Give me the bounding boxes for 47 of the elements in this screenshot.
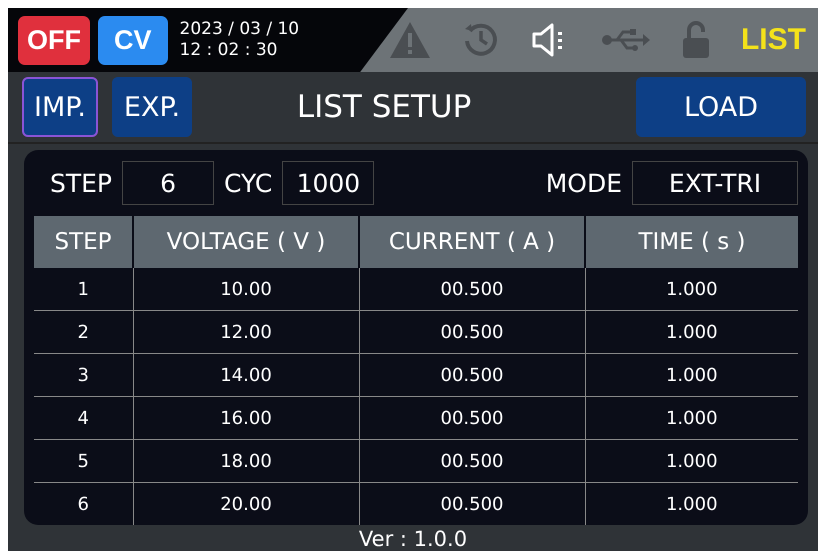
table-cell: 1.000 [585, 354, 798, 396]
trigger-mode-field[interactable]: EXT-TRI [632, 161, 798, 205]
table-cell: 3 [34, 354, 133, 396]
step-count-field[interactable]: 6 [122, 161, 214, 205]
table-cell: 2 [34, 310, 133, 354]
table-cell: 00.500 [359, 482, 585, 525]
warning-icon [388, 20, 432, 60]
table-cell: 00.500 [359, 354, 585, 396]
import-button[interactable]: IMP. [22, 77, 98, 138]
column-header: CURRENT ( A ) [359, 216, 585, 268]
output-state-badge: OFF [18, 16, 90, 65]
table-cell: 1.000 [585, 440, 798, 482]
table-cell: 1.000 [585, 268, 798, 310]
table-cell: 00.500 [359, 396, 585, 440]
function-label: LIST [740, 23, 806, 58]
usb-icon [600, 28, 651, 52]
table-cell: 4 [34, 396, 133, 440]
table-cell: 16.00 [133, 396, 359, 440]
table-cell: 10.00 [133, 268, 359, 310]
cycle-label: CYC [224, 168, 272, 198]
export-button[interactable]: EXP. [112, 77, 192, 138]
load-button[interactable]: LOAD [636, 77, 806, 138]
time-text: 12 : 02 : 30 [180, 40, 278, 62]
version-text: Ver : 1.0.0 [358, 527, 468, 551]
mode-label: MODE [546, 168, 622, 198]
table-cell: 12.00 [133, 310, 359, 354]
table-cell: 5 [34, 440, 133, 482]
column-header: STEP [34, 216, 133, 268]
table-cell: 00.500 [359, 440, 585, 482]
table-cell: 00.500 [359, 268, 585, 310]
date-text: 2023 / 03 / 10 [180, 19, 300, 40]
mode-badge: CV [98, 16, 168, 65]
step-label: STEP [50, 168, 112, 198]
table-cell: 1.000 [585, 482, 798, 525]
cycle-count-field[interactable]: 1000 [282, 161, 374, 205]
table-cell: 00.500 [359, 310, 585, 354]
column-header: TIME ( s ) [585, 216, 798, 268]
table-cell: 1.000 [585, 396, 798, 440]
column-header: VOLTAGE ( V ) [133, 216, 359, 268]
table-cell: 6 [34, 482, 133, 525]
table-cell: 20.00 [133, 482, 359, 525]
table-cell: 1 [34, 268, 133, 310]
padlock-icon [680, 20, 711, 60]
table-cell: 1.000 [585, 310, 798, 354]
table-cell: 18.00 [133, 440, 359, 482]
screen-title: LIST SETUP [296, 89, 472, 126]
table-cell: 14.00 [133, 354, 359, 396]
